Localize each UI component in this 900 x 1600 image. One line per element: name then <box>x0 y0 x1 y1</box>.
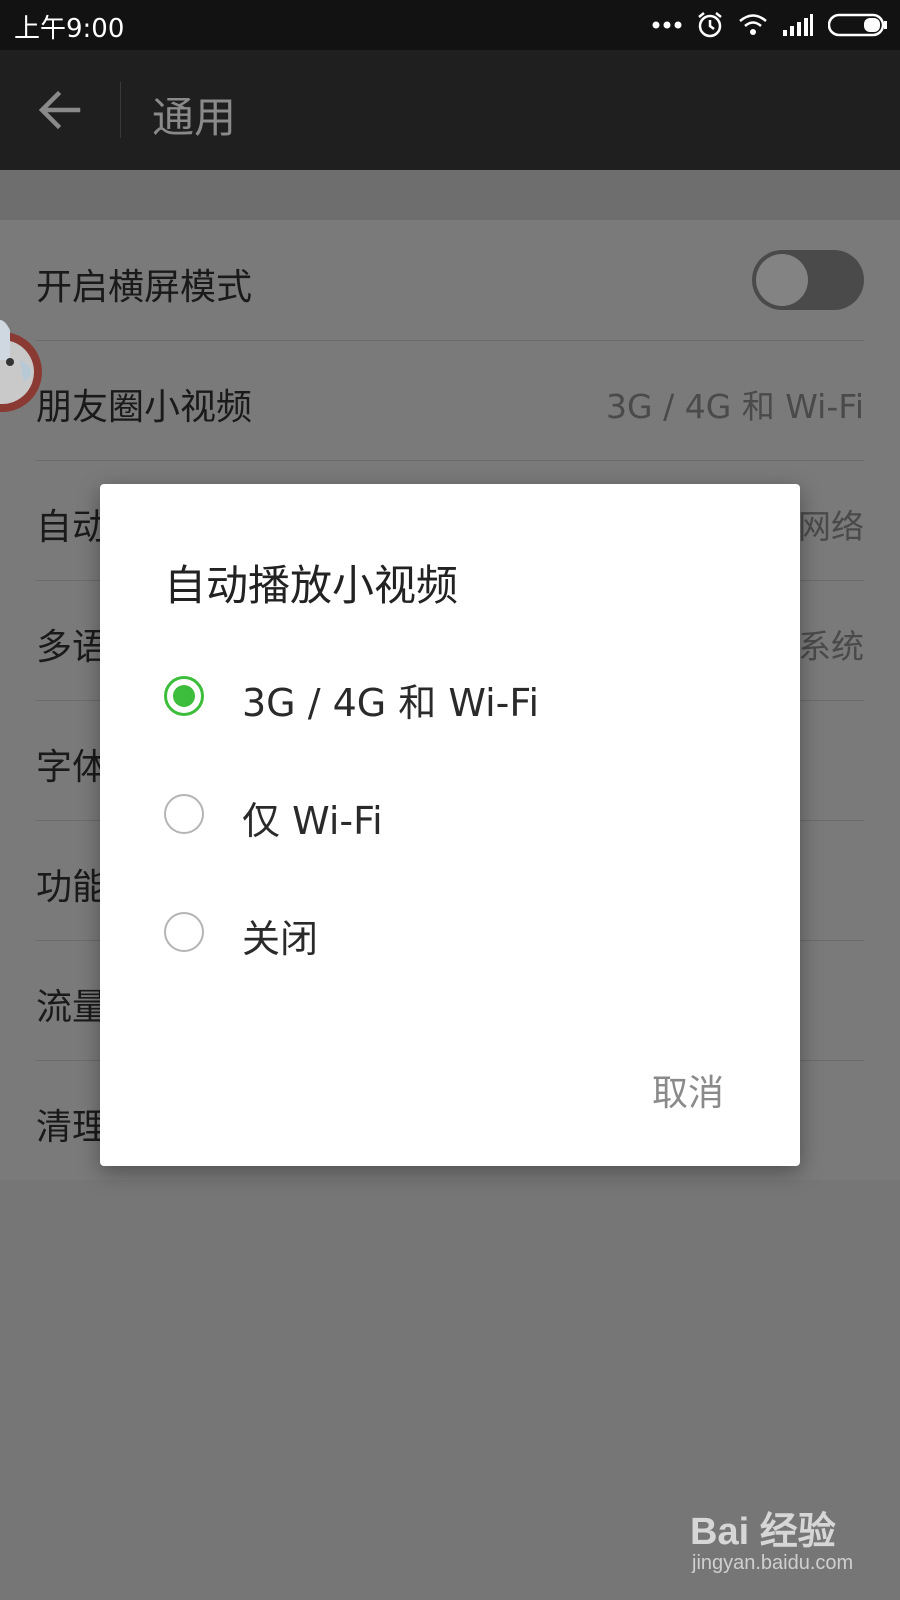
radio-unselected-icon[interactable] <box>164 912 204 952</box>
landscape-toggle[interactable] <box>752 250 864 310</box>
option-label: 3G / 4G 和 Wi-Fi <box>242 681 540 725</box>
option-off[interactable]: 关闭 <box>164 892 744 972</box>
wifi-icon <box>739 14 767 35</box>
radio-unselected-icon[interactable] <box>164 794 204 834</box>
settings-row-label: 清理 <box>36 1107 109 1148</box>
page-title: 通用 <box>152 93 237 142</box>
battery-icon <box>828 13 887 37</box>
settings-row-label: 开启横屏模式 <box>36 267 253 308</box>
settings-row-moments-video[interactable]: 朋友圈小视频 3G / 4G 和 Wi-Fi <box>36 340 864 461</box>
option-3g4g-wifi[interactable]: 3G / 4G 和 Wi-Fi <box>164 656 744 736</box>
settings-row-value: 系统 <box>798 627 864 666</box>
signal-icon <box>783 14 813 36</box>
watermark-url: jingyan.baidu.com <box>692 1552 854 1574</box>
status-time: 上午9:00 <box>14 14 125 44</box>
radio-selected-icon[interactable] <box>164 676 204 716</box>
settings-row-label: 字体 <box>36 747 109 788</box>
status-bar: 上午9:00 <box>0 0 900 50</box>
app-bar: 通用 <box>0 50 900 170</box>
more-dots-icon <box>652 21 682 29</box>
watermark-brand: Bai 经验 <box>690 1511 836 1553</box>
radio-dot <box>173 685 195 707</box>
appbar-divider <box>120 82 121 138</box>
settings-row-label: 朋友圈小视频 <box>36 387 253 428</box>
settings-row-label: 流量 <box>36 987 109 1028</box>
option-label: 仅 Wi-Fi <box>242 799 383 843</box>
content-gap <box>0 170 900 220</box>
status-icons <box>652 10 888 40</box>
floating-mascot-bubble[interactable] <box>0 310 60 430</box>
settings-row-label: 多语 <box>36 627 109 668</box>
option-label: 关闭 <box>242 917 319 961</box>
settings-row-label: 自动 <box>36 507 109 548</box>
option-wifi-only[interactable]: 仅 Wi-Fi <box>164 774 744 854</box>
settings-row-landscape[interactable]: 开启横屏模式 <box>36 220 864 341</box>
autoplay-dialog: 自动播放小视频 3G / 4G 和 Wi-Fi 仅 Wi-Fi 关闭 取消 <box>100 484 800 1166</box>
dialog-title: 自动播放小视频 <box>164 561 459 610</box>
back-arrow-icon <box>38 90 81 130</box>
mascot-icon <box>0 320 42 412</box>
settings-row-label: 功能 <box>36 867 109 908</box>
baidu-watermark: Bai 经验 jingyan.baidu.com <box>690 1500 880 1584</box>
toggle-knob <box>756 254 808 306</box>
cancel-button[interactable]: 取消 <box>652 1064 724 1116</box>
settings-row-value: 网络 <box>798 507 864 546</box>
settings-row-value: 3G / 4G 和 Wi-Fi <box>606 387 864 426</box>
alarm-icon <box>698 12 722 38</box>
back-button[interactable] <box>36 86 84 134</box>
